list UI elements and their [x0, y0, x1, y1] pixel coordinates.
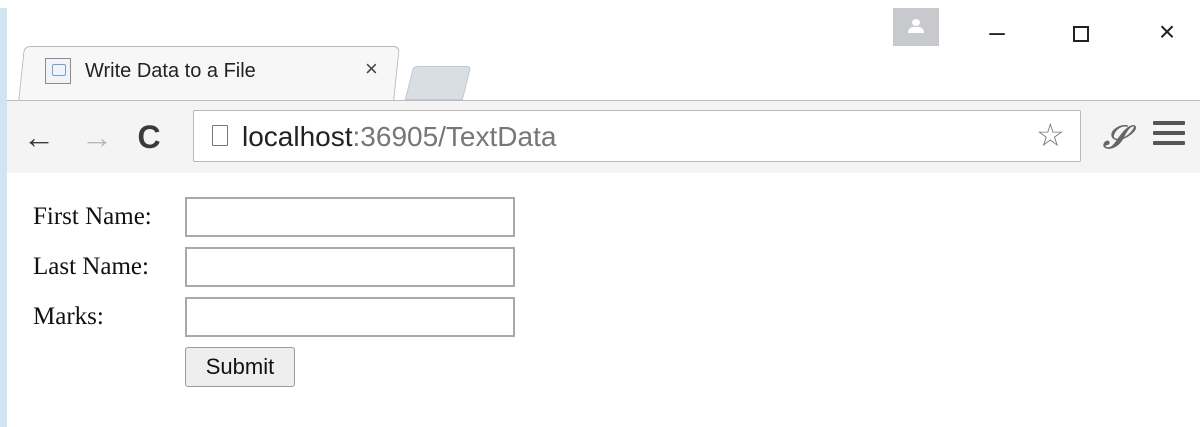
url-text: localhost:36905/TextData [242, 119, 556, 155]
extension-icon[interactable]: 𝒮 [1103, 117, 1133, 157]
url-host: localhost [242, 121, 353, 152]
forward-arrow-icon[interactable]: → [79, 119, 115, 155]
star-icon[interactable]: ☆ [1036, 117, 1065, 153]
first-name-label: First Name: [33, 203, 152, 230]
back-arrow-icon[interactable]: ← [21, 119, 57, 155]
browser-window: Write Data to a File × – × ← → C localho… [0, 8, 1200, 427]
marks-input[interactable] [185, 297, 515, 337]
browser-toolbar: ← → C localhost:36905/TextData ☆ 𝒮 [7, 100, 1200, 174]
page-content: First Name: Last Name: Marks: Submit [7, 173, 1200, 427]
maximize-icon [1073, 25, 1089, 42]
close-window-button[interactable]: × [1143, 12, 1191, 52]
page-favicon-icon [45, 58, 71, 84]
address-bar[interactable]: localhost:36905/TextData ☆ [193, 110, 1081, 162]
menu-icon[interactable] [1153, 121, 1185, 151]
tab-close-icon[interactable]: × [365, 56, 378, 82]
title-bar: Write Data to a File × – × [7, 8, 1200, 108]
last-name-label: Last Name: [33, 253, 149, 280]
tab-title: Write Data to a File [85, 60, 256, 82]
tab-write-data[interactable]: Write Data to a File × [21, 46, 397, 102]
submit-button[interactable]: Submit [185, 347, 295, 387]
minimize-button[interactable]: – [973, 12, 1021, 52]
first-name-input[interactable] [185, 197, 515, 237]
reload-icon[interactable]: C [131, 119, 167, 155]
page-icon [212, 125, 228, 146]
last-name-input[interactable] [185, 247, 515, 287]
new-tab-button[interactable] [404, 66, 472, 100]
user-profile-icon[interactable] [893, 8, 939, 46]
maximize-button[interactable] [1057, 12, 1105, 52]
url-path: :36905/TextData [352, 121, 557, 152]
marks-label: Marks: [33, 303, 104, 330]
